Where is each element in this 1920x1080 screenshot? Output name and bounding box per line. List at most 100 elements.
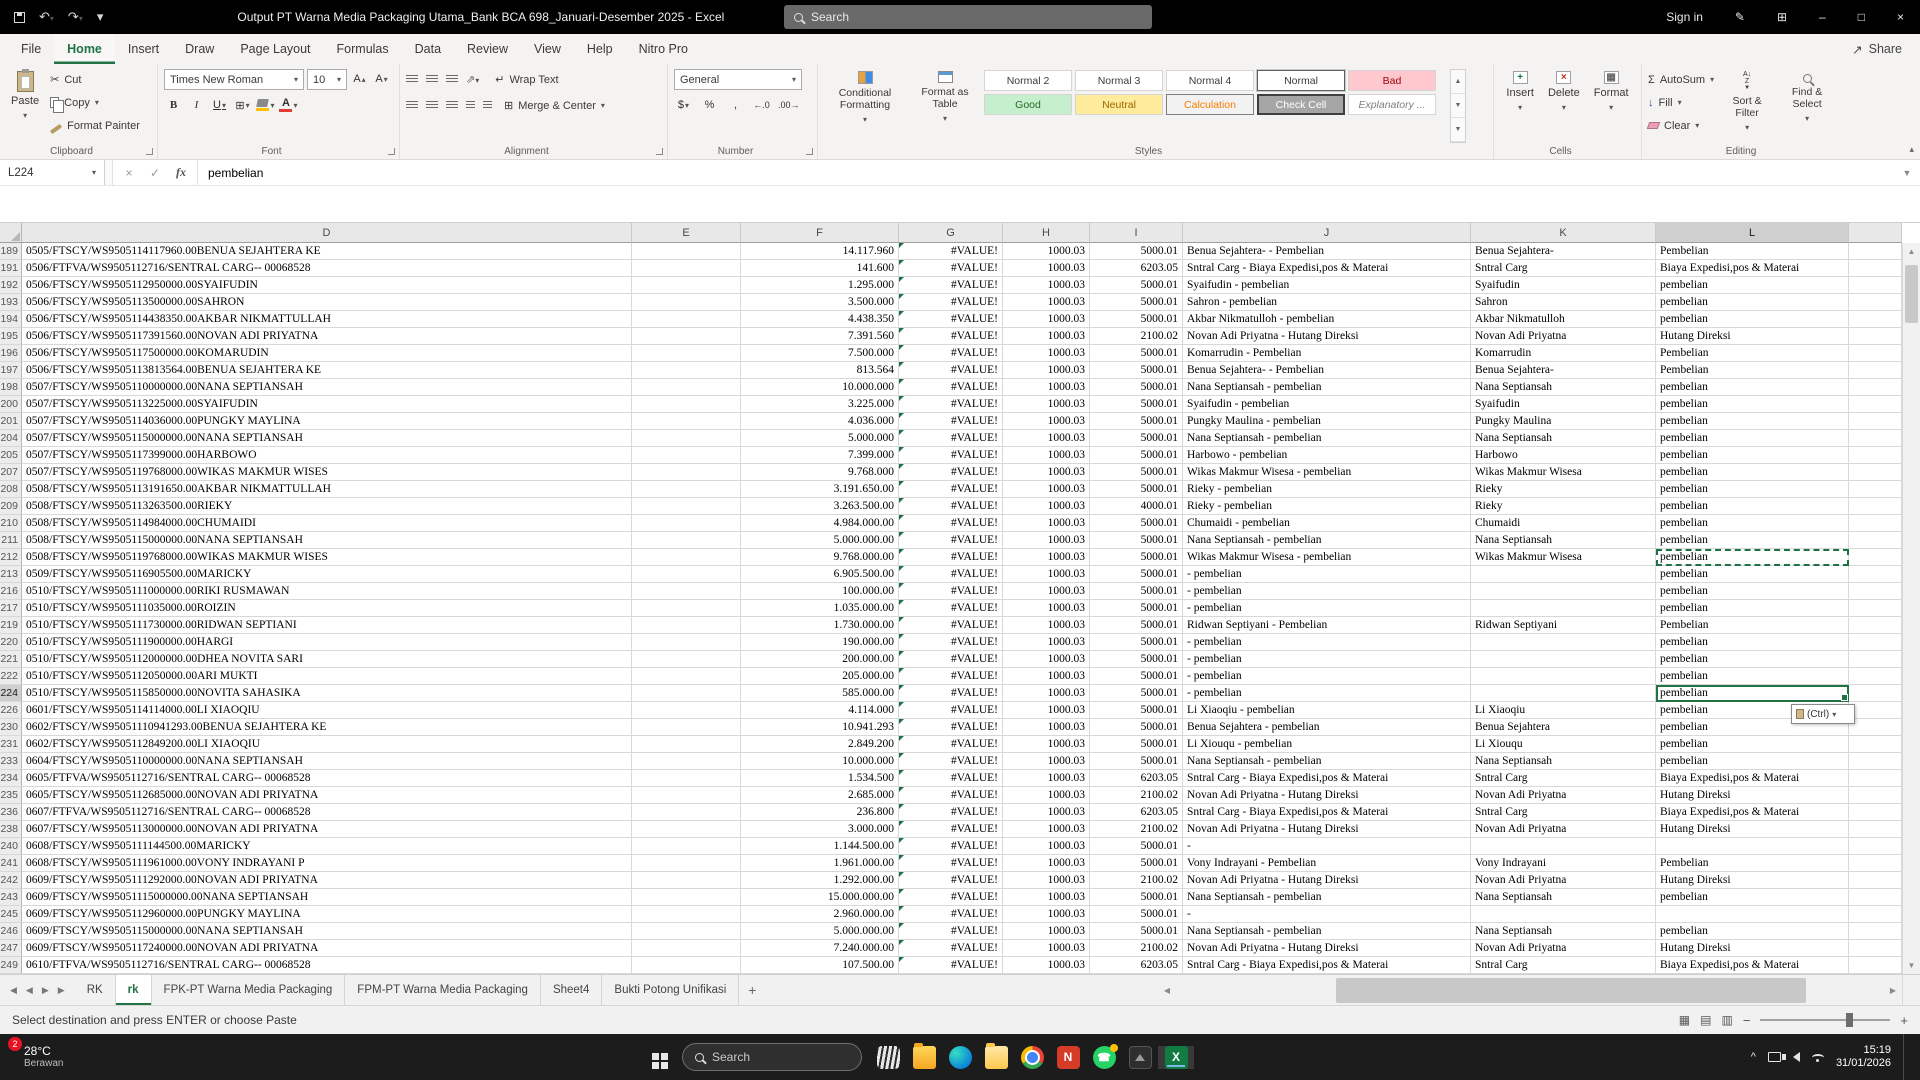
cell-M204[interactable] [1849, 430, 1902, 447]
cell-E230[interactable] [632, 719, 741, 736]
cell-F246[interactable]: 5.000.000.00 [741, 923, 899, 940]
start-button[interactable] [638, 1034, 674, 1080]
cell-M192[interactable] [1849, 277, 1902, 294]
row-header-246[interactable]: 246 [0, 923, 22, 940]
scroll-up-icon[interactable]: ▲ [1903, 243, 1920, 260]
cell-D205[interactable]: 0507/FTSCY/WS9505117399000.00HARBOWO [22, 447, 632, 464]
cell-E246[interactable] [632, 923, 741, 940]
column-header-K[interactable]: K [1471, 223, 1656, 243]
cell-E200[interactable] [632, 396, 741, 413]
cell-H219[interactable]: 1000.03 [1003, 617, 1090, 634]
column-header-G[interactable]: G [899, 223, 1003, 243]
format-painter-button[interactable]: Format Painter [50, 115, 140, 136]
taskbar-edge-icon[interactable] [942, 1045, 978, 1069]
cell-F221[interactable]: 200.000.00 [741, 651, 899, 668]
cell-K224[interactable] [1471, 685, 1656, 702]
cell-G241[interactable]: #VALUE! [899, 855, 1003, 872]
cell-I195[interactable]: 2100.02 [1090, 328, 1183, 345]
cell-H204[interactable]: 1000.03 [1003, 430, 1090, 447]
cell-F189[interactable]: 14.117.960 [741, 243, 899, 260]
cell-F224[interactable]: 585.000.00 [741, 685, 899, 702]
cell-E198[interactable] [632, 379, 741, 396]
cell-M226[interactable] [1849, 702, 1902, 719]
row-header-235[interactable]: 235 [0, 787, 22, 804]
cell-E197[interactable] [632, 362, 741, 379]
vertical-scroll-thumb[interactable] [1905, 265, 1918, 323]
cell-H226[interactable]: 1000.03 [1003, 702, 1090, 719]
cell-E242[interactable] [632, 872, 741, 889]
cell-F231[interactable]: 2.849.200 [741, 736, 899, 753]
cell-F191[interactable]: 141.600 [741, 260, 899, 277]
cell-K217[interactable] [1471, 600, 1656, 617]
row-header-219[interactable]: 219 [0, 617, 22, 634]
cell-M201[interactable] [1849, 413, 1902, 430]
clear-button[interactable]: Clear ▾ [1646, 115, 1714, 136]
cell-J249[interactable]: Sntral Carg - Biaya Expedisi,pos & Mater… [1183, 957, 1471, 974]
row-header-247[interactable]: 247 [0, 940, 22, 957]
cell-J241[interactable]: Vony Indrayani - Pembelian [1183, 855, 1471, 872]
cell-F235[interactable]: 2.685.000 [741, 787, 899, 804]
cell-I196[interactable]: 5000.01 [1090, 345, 1183, 362]
cell-H222[interactable]: 1000.03 [1003, 668, 1090, 685]
cell-style-explanatory-[interactable]: Explanatory ... [1348, 94, 1436, 115]
titlebar-search[interactable]: Search [784, 5, 1152, 29]
sheet-tab-fpm-pt-warna-media-packaging[interactable]: FPM-PT Warna Media Packaging [345, 975, 541, 1005]
sheet-tab-rk[interactable]: RK [75, 975, 116, 1005]
sign-in-button[interactable]: Sign in [1650, 0, 1719, 34]
cell-E191[interactable] [632, 260, 741, 277]
cell-H200[interactable]: 1000.03 [1003, 396, 1090, 413]
cell-F211[interactable]: 5.000.000.00 [741, 532, 899, 549]
cell-D234[interactable]: 0605/FTFVA/WS9505112716/SENTRAL CARG-- 0… [22, 770, 632, 787]
cell-I213[interactable]: 5000.01 [1090, 566, 1183, 583]
ribbon-tab-help[interactable]: Help [574, 34, 626, 64]
cell-I197[interactable]: 5000.01 [1090, 362, 1183, 379]
cell-K196[interactable]: Komarrudin [1471, 345, 1656, 362]
cell-M210[interactable] [1849, 515, 1902, 532]
zoom-out-icon[interactable]: − [1743, 1013, 1751, 1028]
cell-M242[interactable] [1849, 872, 1902, 889]
cell-F236[interactable]: 236.800 [741, 804, 899, 821]
cell-L217[interactable]: pembelian [1656, 600, 1849, 617]
cell-M220[interactable] [1849, 634, 1902, 651]
cell-M200[interactable] [1849, 396, 1902, 413]
column-header-H[interactable]: H [1003, 223, 1090, 243]
ribbon-tab-draw[interactable]: Draw [172, 34, 227, 64]
cell-L241[interactable]: Pembelian [1656, 855, 1849, 872]
cell-I194[interactable]: 5000.01 [1090, 311, 1183, 328]
merge-center-button[interactable]: ⊞ Merge & Center ▾ [504, 95, 605, 116]
font-size-select[interactable]: 10 ▾ [307, 69, 347, 90]
cell-H249[interactable]: 1000.03 [1003, 957, 1090, 974]
cell-E209[interactable] [632, 498, 741, 515]
cell-D200[interactable]: 0507/FTSCY/WS9505113225000.00SYAIFUDIN [22, 396, 632, 413]
cell-I217[interactable]: 5000.01 [1090, 600, 1183, 617]
cell-L212[interactable]: pembelian [1656, 549, 1849, 566]
cell-M212[interactable] [1849, 549, 1902, 566]
cell-G217[interactable]: #VALUE! [899, 600, 1003, 617]
cell-H217[interactable]: 1000.03 [1003, 600, 1090, 617]
decrease-font-icon[interactable]: A ▾ [372, 69, 391, 89]
cell-H212[interactable]: 1000.03 [1003, 549, 1090, 566]
cell-D245[interactable]: 0609/FTSCY/WS9505112960000.00PUNGKY MAYL… [22, 906, 632, 923]
cell-D210[interactable]: 0508/FTSCY/WS9505114984000.00CHUMAIDI [22, 515, 632, 532]
cell-K212[interactable]: Wikas Makmur Wisesa [1471, 549, 1656, 566]
cell-I200[interactable]: 5000.01 [1090, 396, 1183, 413]
row-header-217[interactable]: 217 [0, 600, 22, 617]
cell-K233[interactable]: Nana Septiansah [1471, 753, 1656, 770]
cell-H197[interactable]: 1000.03 [1003, 362, 1090, 379]
cell-D204[interactable]: 0507/FTSCY/WS9505115000000.00NANA SEPTIA… [22, 430, 632, 447]
cell-L198[interactable]: pembelian [1656, 379, 1849, 396]
cell-K209[interactable]: Rieky [1471, 498, 1656, 515]
cell-J204[interactable]: Nana Septiansah - pembelian [1183, 430, 1471, 447]
cell-G246[interactable]: #VALUE! [899, 923, 1003, 940]
next-sheet-icon[interactable]: ▶ [42, 985, 49, 996]
cell-G242[interactable]: #VALUE! [899, 872, 1003, 889]
cell-L234[interactable]: Biaya Expedisi,pos & Materai [1656, 770, 1849, 787]
italic-button[interactable]: I [187, 95, 206, 115]
cell-L193[interactable]: pembelian [1656, 294, 1849, 311]
cell-E216[interactable] [632, 583, 741, 600]
cell-L236[interactable]: Biaya Expedisi,pos & Materai [1656, 804, 1849, 821]
cell-K249[interactable]: Sntral Carg [1471, 957, 1656, 974]
ribbon-tab-home[interactable]: Home [54, 34, 115, 64]
cell-H208[interactable]: 1000.03 [1003, 481, 1090, 498]
cell-D194[interactable]: 0506/FTSCY/WS9505114438350.00AKBAR NIKMA… [22, 311, 632, 328]
